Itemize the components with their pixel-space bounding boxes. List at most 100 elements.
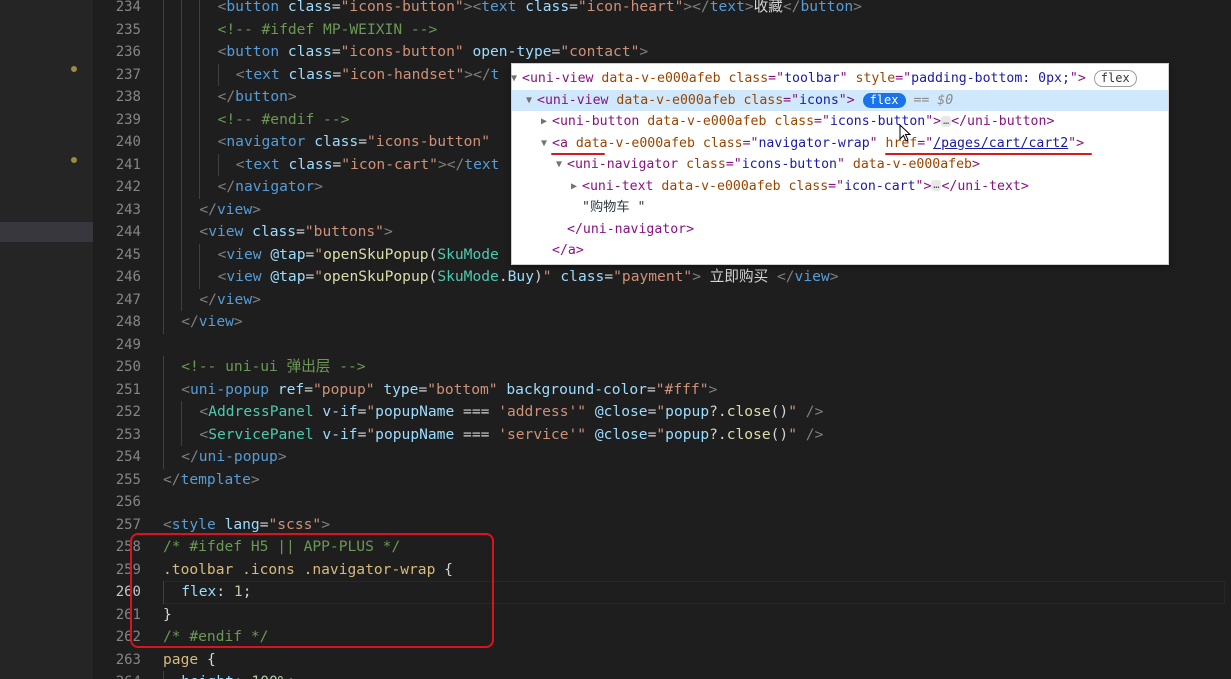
line-number: 257 xyxy=(115,516,141,533)
indent-guide xyxy=(181,108,183,131)
code-token: " xyxy=(314,245,324,263)
dom-node-row[interactable]: ▶ <uni-text data-v-e000afeb class="icon-c… xyxy=(512,176,1168,198)
code-token: > xyxy=(853,0,862,15)
code-token: class xyxy=(252,223,297,240)
code-token: lang xyxy=(224,515,260,533)
dom-node-row[interactable]: ▼ <uni-view data-v-e000afeb class="toolba… xyxy=(511,68,1168,90)
expand-triangle-icon[interactable]: ▼ xyxy=(541,133,547,155)
expand-triangle-icon[interactable]: ▼ xyxy=(526,90,532,112)
line-number: 247 xyxy=(115,291,141,308)
code-line[interactable]: 264 height: 100%; xyxy=(93,671,1231,679)
indent-guide xyxy=(181,176,183,199)
code-token: = xyxy=(296,223,305,240)
dom-node-row-selected[interactable]: ▼ <uni-view data-v-e000afeb class="icons"… xyxy=(512,89,1168,112)
code-token: = xyxy=(551,43,561,60)
markup-token: icon-cart xyxy=(844,178,916,194)
code-token: : xyxy=(234,673,252,679)
code-line[interactable]: 248 </view> xyxy=(93,311,1231,334)
dom-node-row[interactable]: ▼ <a data-v-e000afeb class="navigator-wra… xyxy=(512,133,1168,155)
code-token: text xyxy=(244,155,280,173)
dom-node-row[interactable]: ▶ <uni-button data-v-e000afeb class="icon… xyxy=(512,111,1168,133)
code-token: uni-popup xyxy=(198,448,278,465)
code-line[interactable]: 234 <button class="icons-button"><text cl… xyxy=(93,0,1231,19)
code-token: ; xyxy=(287,673,296,679)
code-token: </ xyxy=(217,178,236,195)
code-line[interactable]: 253 <ServicePanel v-if="popupName === 'se… xyxy=(93,423,1231,446)
markup-token: < xyxy=(552,114,560,129)
expand-triangle-icon[interactable]: ▼ xyxy=(511,68,517,90)
markup-token: " xyxy=(836,157,845,172)
indent-guide xyxy=(217,63,219,86)
line-number: 238 xyxy=(115,89,141,105)
dom-node-row[interactable]: "购物车 " xyxy=(512,197,1168,219)
indent-guide xyxy=(181,221,183,244)
flex-badge[interactable]: flex xyxy=(862,92,906,108)
code-line[interactable]: 249 xyxy=(93,334,1231,357)
explorer-selected-row[interactable] xyxy=(0,222,93,242)
markup-token: > xyxy=(971,157,980,172)
code-line[interactable]: 255 </template> xyxy=(93,469,1231,492)
indent-guide xyxy=(199,41,201,64)
expand-triangle-icon[interactable]: ▼ xyxy=(556,154,562,176)
indent-guide xyxy=(163,423,164,446)
markup-token: > xyxy=(686,221,695,237)
dom-node-row[interactable]: </a> xyxy=(512,240,1168,262)
code-text: height: 100%; xyxy=(181,671,295,679)
indent-guide xyxy=(163,18,164,41)
code-line[interactable]: 236 <button class="icons-button" open-typ… xyxy=(93,41,1231,64)
code-token: "payment" xyxy=(613,268,693,285)
markup-token: data-v-e000afeb xyxy=(653,178,781,194)
devtools-elements-panel[interactable]: ▼ <uni-view data-v-e000afeb class="toolba… xyxy=(511,63,1169,265)
markup-token: data-v-e000afeb xyxy=(567,135,695,151)
code-token: uni-popup xyxy=(189,380,270,398)
code-line[interactable]: 256 xyxy=(93,491,1231,514)
line-number: 252 xyxy=(115,404,141,420)
code-line[interactable]: 252 <AddressPanel v-if="popupName === 'ad… xyxy=(93,401,1231,424)
code-text: </button> xyxy=(218,86,297,109)
markup-token: class xyxy=(678,157,726,172)
code-token: === xyxy=(454,425,499,443)
dom-node-row[interactable]: </uni-navigator> xyxy=(512,219,1168,241)
explorer-sidebar xyxy=(0,0,93,679)
dom-node-row[interactable]: ▼ <uni-navigator class="icons-button" dat… xyxy=(512,154,1168,176)
indent-guide xyxy=(199,86,201,109)
code-line[interactable]: 263 page { xyxy=(93,649,1231,672)
code-token: view xyxy=(794,268,830,285)
indent-guide xyxy=(199,153,201,176)
collapse-triangle-icon[interactable]: ▶ xyxy=(541,111,547,133)
code-token: > xyxy=(829,268,839,285)
code-token: > xyxy=(250,470,260,488)
indent-guide xyxy=(163,63,164,86)
code-line[interactable]: 235 <!-- #ifdef MP-WEIXIN --> xyxy=(93,18,1231,41)
code-line[interactable]: 254 </uni-popup> xyxy=(93,446,1231,469)
code-line[interactable]: 250 <!-- uni-ui 弹出层 --> xyxy=(93,356,1231,379)
collapse-triangle-icon[interactable]: ▶ xyxy=(571,176,577,198)
markup-token: icons xyxy=(799,92,839,108)
href-link[interactable]: /pages/cart/cart2 xyxy=(933,136,1068,151)
code-token: class xyxy=(287,43,332,60)
markup-token: href xyxy=(877,135,918,151)
line-number: 239 xyxy=(115,111,141,128)
code-line[interactable]: 246 <view @tap="openSkuPopup(SkuMode.Buy)… xyxy=(93,266,1231,289)
code-token: " xyxy=(366,425,376,443)
expand-ellipsis-button[interactable]: … xyxy=(941,115,952,127)
code-token: open-type xyxy=(472,43,552,60)
markup-token: =" xyxy=(895,71,912,86)
code-line[interactable]: 247 </view> xyxy=(93,288,1231,311)
code-text: <view @tap="openSkuPopup(SkuMode.Buy)" c… xyxy=(218,266,839,289)
indent-guide xyxy=(199,0,201,19)
expand-ellipsis-button[interactable]: … xyxy=(931,180,942,191)
code-line[interactable]: 251 <uni-popup ref="popup" type="bottom" … xyxy=(93,378,1231,401)
markup-token: =" xyxy=(783,92,800,108)
code-token: view xyxy=(226,268,262,285)
code-token: view xyxy=(208,223,244,240)
indent-guide xyxy=(163,671,164,679)
code-token: "bottom" xyxy=(427,380,498,398)
code-token: " xyxy=(656,403,666,420)
code-token: </ xyxy=(199,200,217,218)
markup-token: " xyxy=(869,135,878,151)
flex-badge[interactable]: flex xyxy=(1093,70,1137,87)
